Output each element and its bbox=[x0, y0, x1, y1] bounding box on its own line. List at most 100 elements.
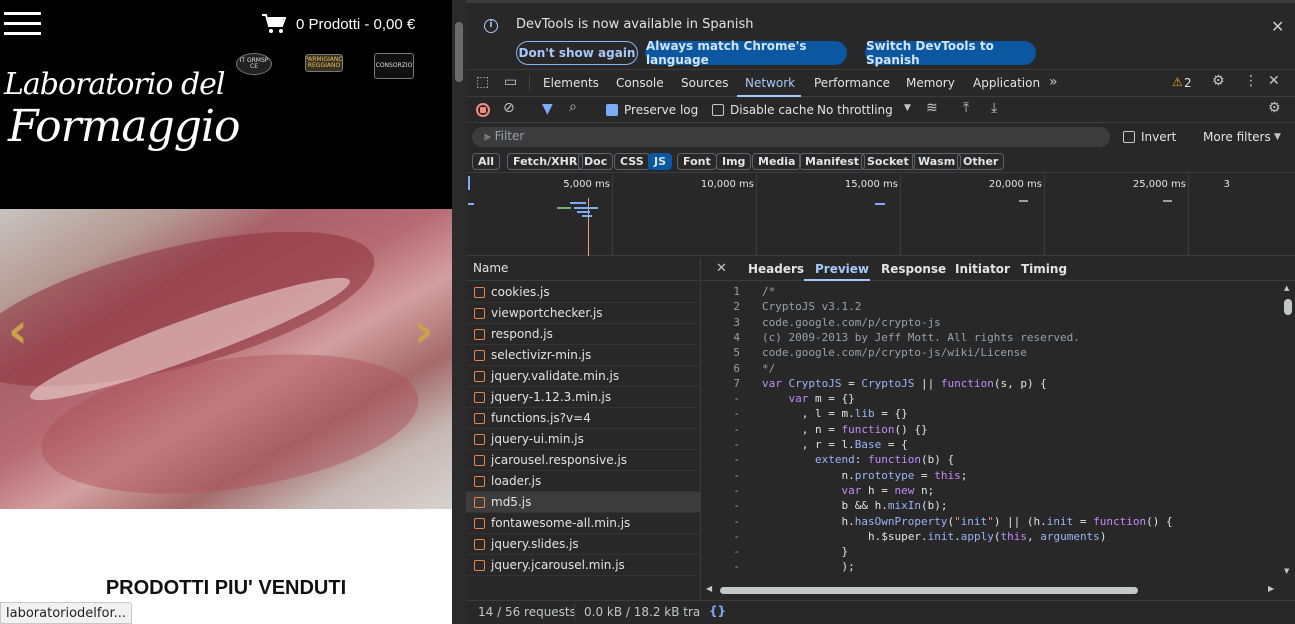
export-har-icon[interactable]: ⤓ bbox=[991, 100, 997, 116]
preserve-log-label[interactable]: Preserve log bbox=[624, 103, 698, 117]
slider-prev-icon[interactable]: ‹ bbox=[8, 307, 28, 355]
type-filter-manifest[interactable]: Manifest bbox=[799, 153, 866, 170]
code-text: b && h.mixIn(b); bbox=[762, 499, 948, 513]
request-row[interactable]: jquery.slides.js bbox=[466, 534, 701, 555]
request-row[interactable]: respond.js bbox=[466, 324, 701, 345]
type-filter-font[interactable]: Font bbox=[677, 153, 717, 170]
disable-cache-label[interactable]: Disable cache bbox=[730, 103, 814, 117]
logo-line-2[interactable]: Formaggio bbox=[8, 102, 240, 152]
pretty-print-icon[interactable]: {} bbox=[709, 604, 726, 618]
clear-icon[interactable]: ⊘ bbox=[503, 100, 515, 116]
throttling-select[interactable]: No throttling bbox=[817, 103, 893, 117]
code-line: 4 (c) 2009-2013 by Jeff Mott. All rights … bbox=[702, 330, 1280, 345]
type-filter-other[interactable]: Other bbox=[957, 153, 1005, 170]
code-vertical-scrollbar[interactable]: ▲ ▼ bbox=[1282, 284, 1294, 584]
scroll-down-icon[interactable]: ▼ bbox=[1284, 567, 1289, 575]
close-icon[interactable]: ✕ bbox=[1271, 17, 1284, 36]
request-name: fontawesome-all.min.js bbox=[491, 516, 631, 530]
grid-line bbox=[756, 174, 757, 256]
record-icon[interactable] bbox=[476, 103, 490, 117]
slider-next-icon[interactable]: › bbox=[414, 307, 434, 355]
tab-headers[interactable]: Headers bbox=[748, 262, 804, 276]
scroll-right-icon[interactable]: ▶ bbox=[1268, 584, 1274, 593]
close-detail-icon[interactable]: ✕ bbox=[716, 261, 727, 276]
code-preview[interactable]: 1 /* 2 CryptoJS v3.1.2 3 code.google.com/p/cr… bbox=[702, 284, 1280, 584]
tab-timing[interactable]: Timing bbox=[1021, 262, 1067, 276]
search-icon[interactable]: ⌕ bbox=[569, 99, 577, 115]
scrollbar-thumb[interactable] bbox=[1284, 299, 1292, 315]
type-filter-media[interactable]: Media bbox=[752, 153, 802, 170]
request-row[interactable]: jquery-ui.min.js bbox=[466, 429, 701, 450]
logo-line-1[interactable]: Laboratorio del bbox=[4, 68, 226, 102]
import-har-icon[interactable]: ⤒ bbox=[963, 100, 969, 116]
tab-network[interactable]: Network bbox=[745, 76, 795, 90]
warning-icon[interactable]: ⚠ bbox=[1172, 75, 1183, 89]
type-filter-all[interactable]: All bbox=[472, 153, 501, 170]
network-overview-timeline[interactable]: 5,000 ms 10,000 ms 15,000 ms 20,000 ms 2… bbox=[466, 174, 1295, 256]
device-toolbar-icon[interactable]: ▭ bbox=[504, 74, 517, 90]
line-number: 2 bbox=[733, 300, 740, 314]
close-devtools-icon[interactable]: ✕ bbox=[1268, 73, 1280, 89]
network-settings-icon[interactable]: ⚙ bbox=[1268, 100, 1281, 116]
dont-show-again-button[interactable]: Don't show again bbox=[516, 41, 638, 65]
more-filters-dropdown[interactable]: More filters bbox=[1203, 130, 1271, 144]
request-row[interactable]: jquery.validate.min.js bbox=[466, 366, 701, 387]
switch-spanish-button[interactable]: Switch DevTools to Spanish bbox=[865, 39, 1036, 67]
tab-application[interactable]: Application bbox=[973, 76, 1040, 90]
type-filter-js[interactable]: JS bbox=[648, 153, 673, 170]
filter-input[interactable]: ⫸ Filter bbox=[472, 127, 1110, 147]
cart-link[interactable]: 0 Prodotti - 0,00 € bbox=[262, 14, 415, 34]
network-conditions-icon[interactable]: ≋ bbox=[926, 100, 938, 116]
scroll-left-icon[interactable]: ◀ bbox=[706, 584, 712, 593]
hamburger-menu-icon[interactable] bbox=[4, 12, 42, 36]
timeline-tick: 10,000 ms bbox=[700, 179, 754, 190]
tab-sources[interactable]: Sources bbox=[681, 76, 728, 90]
kebab-menu-icon[interactable]: ⋮ bbox=[1244, 73, 1258, 89]
request-row[interactable]: selectivizr-min.js bbox=[466, 345, 701, 366]
filter-funnel-icon[interactable]: ▼ bbox=[542, 101, 553, 117]
invert-label[interactable]: Invert bbox=[1141, 130, 1176, 144]
chevron-down-icon[interactable]: ▼ bbox=[904, 103, 911, 113]
tab-preview[interactable]: Preview bbox=[815, 262, 869, 276]
type-filter-socket[interactable]: Socket bbox=[861, 153, 915, 170]
code-horizontal-scrollbar[interactable]: ◀ ▶ bbox=[702, 584, 1280, 596]
request-row[interactable]: viewportchecker.js bbox=[466, 303, 701, 324]
inspect-element-icon[interactable]: ⬚ bbox=[476, 74, 489, 90]
tab-elements[interactable]: Elements bbox=[543, 76, 599, 90]
request-row[interactable]: md5.js bbox=[466, 492, 701, 513]
settings-gear-icon[interactable]: ⚙ bbox=[1212, 73, 1225, 89]
chevron-down-icon[interactable]: ▼ bbox=[1274, 132, 1281, 142]
disable-cache-checkbox[interactable] bbox=[712, 104, 724, 116]
page-scrollbar[interactable] bbox=[452, 0, 466, 624]
request-count: 14 / 56 requests bbox=[478, 605, 576, 619]
type-filter-css[interactable]: CSS bbox=[614, 153, 650, 170]
tab-console[interactable]: Console bbox=[616, 76, 664, 90]
request-list: Name cookies.js viewportchecker.js respond… bbox=[466, 257, 701, 600]
request-row[interactable]: loader.js bbox=[466, 471, 701, 492]
more-tabs-icon[interactable]: » bbox=[1049, 74, 1058, 90]
type-filter-wasm[interactable]: Wasm bbox=[912, 153, 962, 170]
tab-performance[interactable]: Performance bbox=[814, 76, 890, 90]
line-number: 4 bbox=[733, 330, 740, 344]
tab-memory[interactable]: Memory bbox=[906, 76, 955, 90]
request-row[interactable]: jcarousel.responsive.js bbox=[466, 450, 701, 471]
grid-line bbox=[1044, 174, 1045, 256]
tab-response[interactable]: Response bbox=[881, 262, 946, 276]
request-row[interactable]: jquery-1.12.3.min.js bbox=[466, 387, 701, 408]
name-column-header[interactable]: Name bbox=[466, 257, 701, 281]
match-language-button[interactable]: Always match Chrome's language bbox=[645, 39, 847, 67]
request-row[interactable]: fontawesome-all.min.js bbox=[466, 513, 701, 534]
consortium-badge: CONSORZIO bbox=[374, 53, 414, 79]
type-filter-img[interactable]: Img bbox=[716, 153, 752, 170]
scroll-up-icon[interactable]: ▲ bbox=[1284, 284, 1289, 292]
preserve-log-checkbox[interactable] bbox=[606, 104, 618, 116]
scrollbar-thumb[interactable] bbox=[720, 587, 1138, 594]
type-filter-fetch-xhr[interactable]: Fetch/XHR bbox=[507, 153, 584, 170]
request-row[interactable]: jquery.jcarousel.min.js bbox=[466, 555, 701, 576]
warning-count[interactable]: 2 bbox=[1184, 76, 1192, 90]
invert-checkbox[interactable] bbox=[1123, 131, 1135, 143]
tab-initiator[interactable]: Initiator bbox=[955, 262, 1010, 276]
request-row[interactable]: cookies.js bbox=[466, 282, 701, 303]
type-filter-doc[interactable]: Doc bbox=[578, 153, 614, 170]
request-row[interactable]: functions.js?v=4 bbox=[466, 408, 701, 429]
